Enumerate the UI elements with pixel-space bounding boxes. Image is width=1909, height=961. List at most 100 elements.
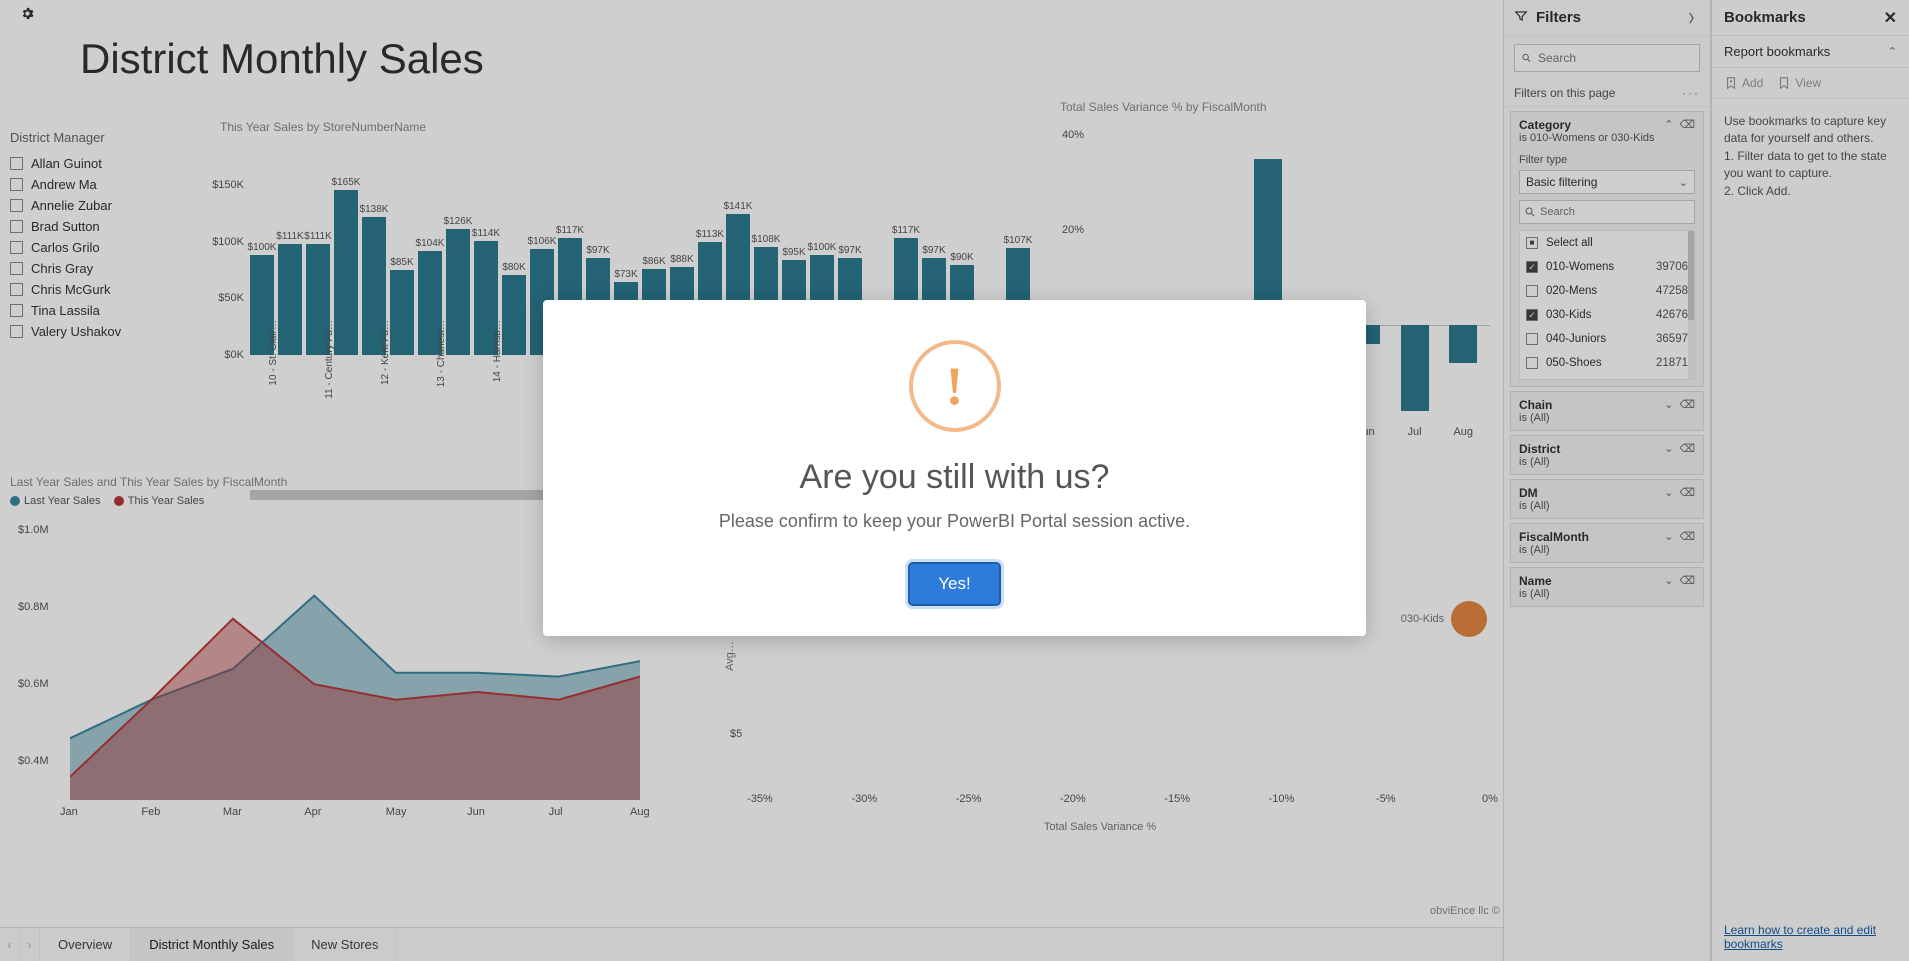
checkbox-icon[interactable] — [1526, 261, 1538, 273]
slicer-item[interactable]: Brad Sutton — [10, 216, 200, 236]
tab-prev-icon[interactable]: ‹ — [0, 928, 20, 961]
checkbox-icon[interactable] — [1526, 333, 1538, 345]
option-scrollbar[interactable] — [1688, 231, 1694, 379]
bar[interactable] — [446, 229, 470, 355]
chevron-icon[interactable]: ⌄ — [1664, 486, 1673, 499]
bar-value-label: $88K — [662, 254, 702, 265]
filter-card-header[interactable]: FiscalMonthis (All)⌄⌫ — [1511, 524, 1703, 562]
filter-card-header[interactable]: Districtis (All)⌄⌫ — [1511, 436, 1703, 474]
chevron-icon[interactable]: ⌄ — [1664, 398, 1673, 411]
slicer-item[interactable]: Tina Lassila — [10, 300, 200, 320]
filter-option-row[interactable]: 050-Shoes21871 — [1520, 351, 1694, 375]
filter-option-row[interactable]: 030-Kids42676 — [1520, 303, 1694, 327]
checkbox-icon[interactable] — [10, 157, 23, 170]
slicer-item[interactable]: Carlos Grilo — [10, 237, 200, 257]
slicer-item[interactable]: Valery Ushakov — [10, 321, 200, 341]
bar[interactable] — [278, 244, 302, 355]
bar[interactable] — [390, 270, 414, 355]
x-tick-label: Aug — [1443, 426, 1483, 438]
slicer-item[interactable]: Allan Guinot — [10, 153, 200, 173]
bar[interactable] — [1449, 325, 1477, 363]
collapse-pane-icon[interactable]: 〉 — [1689, 10, 1700, 26]
bookmarks-learn-link[interactable]: Learn how to create and edit bookmarks — [1724, 923, 1897, 951]
slicer-item[interactable]: Annelie Zubar — [10, 195, 200, 215]
clear-filter-icon[interactable]: ⌫ — [1679, 118, 1695, 131]
filter-option-search-input[interactable] — [1540, 206, 1690, 218]
close-icon[interactable]: ✕ — [1884, 8, 1897, 28]
page-tab[interactable]: District Monthly Sales — [131, 928, 293, 961]
bar-value-label: $108K — [746, 234, 786, 245]
slicer-item-label: Tina Lassila — [31, 303, 100, 318]
scatter-point-label: 030-Kids — [1389, 613, 1444, 625]
bar-value-label: $114K — [466, 228, 506, 239]
chevron-icon[interactable]: ⌄ — [1664, 530, 1673, 543]
filter-card-header[interactable]: Nameis (All)⌄⌫ — [1511, 568, 1703, 606]
checkbox-icon[interactable] — [10, 283, 23, 296]
x-tick-label: Apr — [304, 806, 321, 818]
collapse-sub-icon[interactable]: ⌃ — [1888, 45, 1897, 58]
scatter-point[interactable] — [1451, 601, 1487, 637]
bar[interactable] — [1401, 325, 1429, 411]
filters-search-input[interactable] — [1538, 51, 1693, 65]
checkbox-icon[interactable] — [1526, 357, 1538, 369]
page-tab[interactable]: New Stores — [293, 928, 397, 961]
filter-card-header[interactable]: DMis (All)⌄⌫ — [1511, 480, 1703, 518]
slicer-title: District Manager — [10, 130, 200, 145]
filter-option-row[interactable]: 060-Intimate13232 — [1520, 375, 1694, 380]
filter-card-header[interactable]: Chainis (All)⌄⌫ — [1511, 392, 1703, 430]
x-tick-label: Jul — [1395, 426, 1435, 438]
filter-card-header[interactable]: Categoryis 010-Womens or 030-Kids⌃⌫ — [1511, 112, 1703, 150]
page-tab[interactable]: Overview — [40, 928, 131, 961]
clear-filter-icon[interactable]: ⌫ — [1679, 574, 1695, 587]
filter-type-select[interactable]: Basic filtering⌄ — [1519, 170, 1695, 194]
chevron-icon[interactable]: ⌄ — [1664, 574, 1673, 587]
checkbox-icon[interactable] — [10, 199, 23, 212]
bookmark-add-button[interactable]: Add — [1724, 76, 1763, 90]
checkbox-icon[interactable] — [1526, 285, 1538, 297]
checkbox-icon[interactable] — [10, 304, 23, 317]
modal-body: Please confirm to keep your PowerBI Port… — [573, 511, 1336, 532]
x-tick-label: Feb — [141, 806, 160, 818]
search-icon — [1521, 51, 1532, 65]
settings-gear-icon[interactable] — [20, 6, 35, 24]
clear-filter-icon[interactable]: ⌫ — [1679, 530, 1695, 543]
checkbox-icon[interactable] — [1526, 237, 1538, 249]
chevron-icon[interactable]: ⌄ — [1664, 442, 1673, 455]
clear-filter-icon[interactable]: ⌫ — [1679, 486, 1695, 499]
slicer-item-label: Allan Guinot — [31, 156, 102, 171]
option-name: 050-Shoes — [1546, 357, 1656, 369]
clear-filter-icon[interactable]: ⌫ — [1679, 442, 1695, 455]
bar-value-label: $85K — [382, 257, 422, 268]
filter-option-row[interactable]: Select all — [1520, 231, 1694, 255]
checkbox-icon[interactable] — [10, 220, 23, 233]
bar-value-label: $73K — [606, 269, 646, 280]
checkbox-icon[interactable] — [1526, 309, 1538, 321]
filter-card-subtitle: is (All) — [1519, 412, 1664, 424]
more-icon[interactable]: ··· — [1682, 86, 1700, 100]
bar-value-label: $80K — [494, 262, 534, 273]
slicer-item-label: Carlos Grilo — [31, 240, 100, 255]
chevron-icon[interactable]: ⌃ — [1664, 118, 1673, 131]
clear-filter-icon[interactable]: ⌫ — [1679, 398, 1695, 411]
filters-search[interactable] — [1514, 44, 1700, 72]
filter-option-row[interactable]: 010-Womens39706 — [1520, 255, 1694, 279]
y-tick-label: 20% — [1062, 224, 1084, 236]
slicer-item[interactable]: Andrew Ma — [10, 174, 200, 194]
checkbox-icon[interactable] — [10, 241, 23, 254]
filter-option-row[interactable]: 020-Mens47258 — [1520, 279, 1694, 303]
filters-pane: Filters 〉 Filters on this page ··· Categ… — [1503, 0, 1711, 961]
bookmark-add-icon — [1724, 76, 1738, 90]
bar[interactable] — [502, 275, 526, 355]
tab-next-icon[interactable]: › — [20, 928, 40, 961]
filter-option-row[interactable]: 040-Juniors36597 — [1520, 327, 1694, 351]
filter-option-search[interactable] — [1519, 200, 1695, 224]
checkbox-icon[interactable] — [10, 262, 23, 275]
slicer-item[interactable]: Chris McGurk — [10, 279, 200, 299]
bookmark-view-button[interactable]: View — [1777, 76, 1821, 90]
modal-confirm-button[interactable]: Yes! — [908, 562, 1000, 606]
checkbox-icon[interactable] — [10, 325, 23, 338]
slicer-item[interactable]: Chris Gray — [10, 258, 200, 278]
bar-value-label: $126K — [438, 216, 478, 227]
bar-value-label: $117K — [550, 225, 590, 236]
checkbox-icon[interactable] — [10, 178, 23, 191]
